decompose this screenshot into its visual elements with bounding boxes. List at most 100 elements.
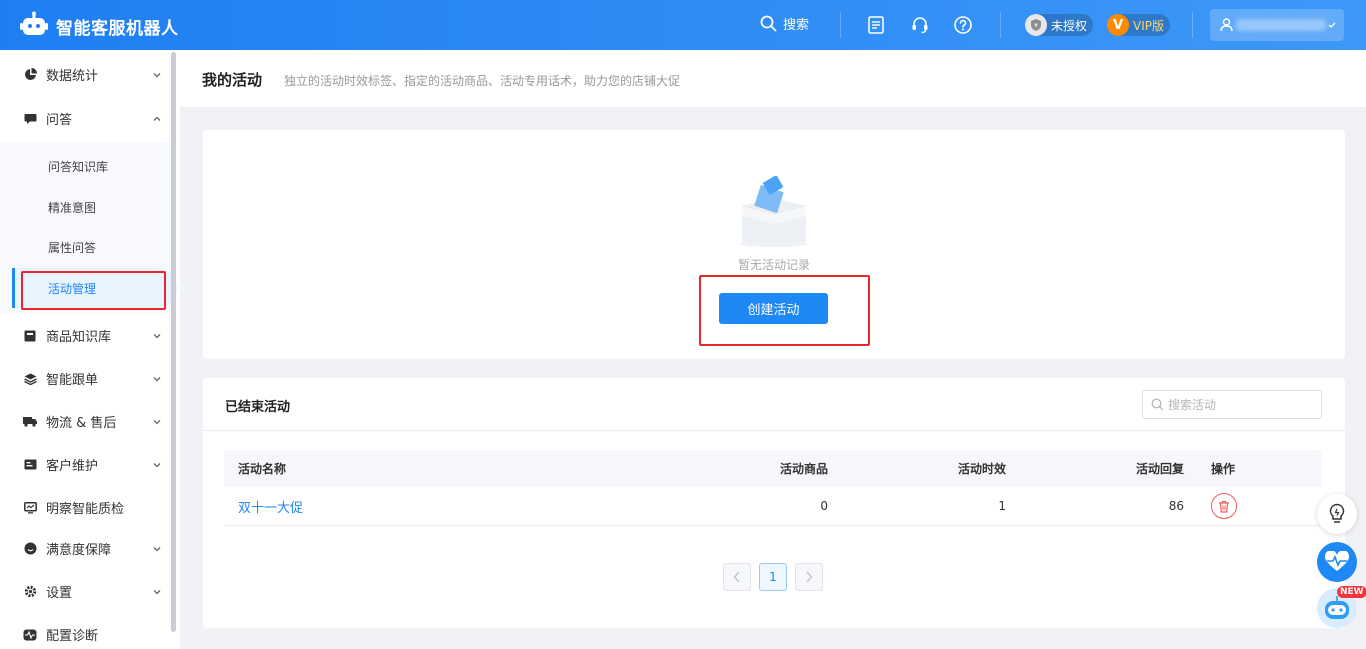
sidebar-item-label: 物流 & 售后 (46, 416, 117, 431)
trash-icon (1219, 500, 1229, 513)
sidebar-item-logistics[interactable]: 物流 & 售后 (0, 400, 170, 443)
username-redacted (1236, 19, 1326, 31)
pulse-icon (23, 628, 37, 642)
header-search-button[interactable]: 搜索 (760, 14, 809, 33)
sidebar-item-quality-inspection[interactable]: 明察智能质检 (0, 486, 170, 529)
search-label: 搜索 (783, 18, 810, 33)
chevron-down-icon (153, 333, 161, 338)
activity-search-input[interactable] (1168, 397, 1308, 412)
headset-icon[interactable] (910, 15, 930, 35)
chevron-down-icon (153, 376, 161, 381)
activity-search-box[interactable] (1142, 390, 1322, 419)
header-divider (1192, 12, 1193, 38)
robot-logo-icon (20, 11, 48, 35)
sidebar-item-data-stats[interactable]: 数据统计 (0, 53, 170, 96)
sidebar-item-label: 数据统计 (46, 69, 99, 84)
sidebar-subitem-qa-knowledge[interactable]: 问答知识库 (0, 146, 170, 186)
delete-activity-button[interactable] (1211, 493, 1237, 519)
document-list-icon[interactable] (866, 15, 886, 35)
heartbeat-icon (1324, 551, 1350, 571)
svg-text:¥: ¥ (1034, 23, 1038, 30)
table-row: 双十一大促 0 1 86 (224, 487, 1322, 526)
user-account-menu[interactable] (1210, 9, 1344, 41)
sidebar-subitem-attribute-qa[interactable]: 属性问答 (0, 227, 170, 267)
column-header-replies: 活动回复 (1135, 462, 1184, 476)
chevron-right-icon (806, 571, 813, 583)
sidebar-item-product-knowledge[interactable]: 商品知识库 (0, 314, 170, 357)
ended-activities-title: 已结束活动 (225, 400, 291, 415)
create-activity-button[interactable]: 创建活动 (719, 293, 828, 324)
column-header-name: 活动名称 (238, 462, 287, 476)
empty-box-illustration (740, 176, 808, 247)
next-page-button[interactable] (795, 563, 823, 591)
chevron-left-icon (733, 571, 740, 583)
product-icon (23, 329, 37, 343)
user-icon (1220, 18, 1233, 32)
sidebar-item-settings[interactable]: 设置 (0, 570, 170, 613)
sidebar-item-label: 商品知识库 (46, 330, 112, 345)
pie-chart-icon (23, 68, 37, 82)
activity-replies-value: 86 (1168, 499, 1184, 513)
chevron-down-icon (153, 546, 161, 551)
prev-page-button[interactable] (723, 563, 751, 591)
sidebar-item-label: 智能跟单 (46, 373, 99, 388)
shield-icon: ¥ (1025, 14, 1047, 36)
chevron-down-icon (153, 72, 161, 77)
sidebar: 数据统计 问答 问答知识库 精准意图 属性问答 活动管理 商品知识库 智能跟单 … (0, 50, 180, 649)
sidebar-item-label: 设置 (46, 586, 73, 601)
new-badge: NEW (1337, 586, 1366, 598)
column-header-products: 活动商品 (779, 462, 828, 476)
empty-state-text: 暂无活动记录 (737, 258, 810, 272)
smile-icon (23, 542, 37, 556)
lightbulb-icon (1329, 503, 1345, 523)
chevron-down-icon (153, 589, 161, 594)
header-divider (1000, 12, 1001, 38)
header-divider (840, 12, 841, 38)
column-header-duration: 活动时效 (957, 462, 1006, 476)
qa-submenu: 问答知识库 精准意图 属性问答 活动管理 (0, 142, 177, 314)
sidebar-item-config-diagnosis[interactable]: 配置诊断 (0, 613, 170, 649)
chevron-down-icon (153, 419, 161, 424)
truck-icon (23, 415, 37, 429)
sidebar-item-label: 问答 (46, 113, 73, 128)
sidebar-item-satisfaction[interactable]: 满意度保障 (0, 527, 170, 570)
monitor-pulse-button[interactable] (1317, 542, 1357, 582)
unauthorized-badge[interactable]: ¥ 未授权 (1025, 14, 1094, 36)
vip-icon: V (1107, 14, 1129, 36)
sidebar-item-label: 客户维护 (46, 459, 99, 474)
page-number-button[interactable]: 1 (759, 563, 787, 591)
sidebar-item-label: 满意度保障 (46, 543, 112, 558)
vip-badge-label: VIP版 (1133, 18, 1164, 33)
chevron-up-icon (153, 116, 161, 121)
sidebar-item-qa[interactable]: 问答 (0, 97, 170, 140)
card-divider (203, 430, 1345, 431)
sidebar-subitem-activity-management[interactable]: 活动管理 (12, 268, 177, 308)
monitor-icon (23, 501, 37, 515)
check-icon (1328, 22, 1336, 28)
ended-activities-card: 已结束活动 活动名称 活动商品 活动时效 活动回复 操作 双十一大促 0 1 8… (203, 378, 1345, 628)
id-card-icon (23, 458, 37, 472)
sidebar-subitem-precise-intent[interactable]: 精准意图 (0, 187, 170, 227)
sidebar-item-customer-care[interactable]: 客户维护 (0, 443, 170, 486)
help-icon[interactable] (953, 15, 973, 35)
chat-icon (23, 112, 37, 126)
robot-icon (1325, 596, 1349, 619)
sidebar-item-smart-followup[interactable]: 智能跟单 (0, 357, 170, 400)
app-title: 智能客服机器人 (56, 19, 179, 39)
gear-icon (23, 585, 37, 599)
tips-button[interactable] (1317, 494, 1357, 534)
page-header: 我的活动 独立的活动时效标签、指定的活动商品、活动专用话术，助力您的店铺大促 (180, 50, 1366, 107)
activity-name-link[interactable]: 双十一大促 (238, 487, 303, 525)
column-header-actions: 操作 (1211, 462, 1236, 476)
top-bar: 智能客服机器人 搜索 ¥ 未授权 V VIP版 (0, 0, 1366, 50)
search-icon (1151, 398, 1164, 411)
page-title: 我的活动 (202, 71, 263, 89)
layers-icon (23, 372, 37, 386)
page-description: 独立的活动时效标签、指定的活动商品、活动专用话术，助力您的店铺大促 (284, 74, 681, 88)
sidebar-scrollbar[interactable] (171, 52, 176, 632)
active-activities-card: 暂无活动记录 创建活动 (203, 130, 1345, 359)
sidebar-item-label: 配置诊断 (46, 629, 99, 644)
auth-badge-label: 未授权 (1051, 18, 1088, 33)
chevron-down-icon (153, 462, 161, 467)
vip-badge[interactable]: V VIP版 (1107, 14, 1170, 36)
